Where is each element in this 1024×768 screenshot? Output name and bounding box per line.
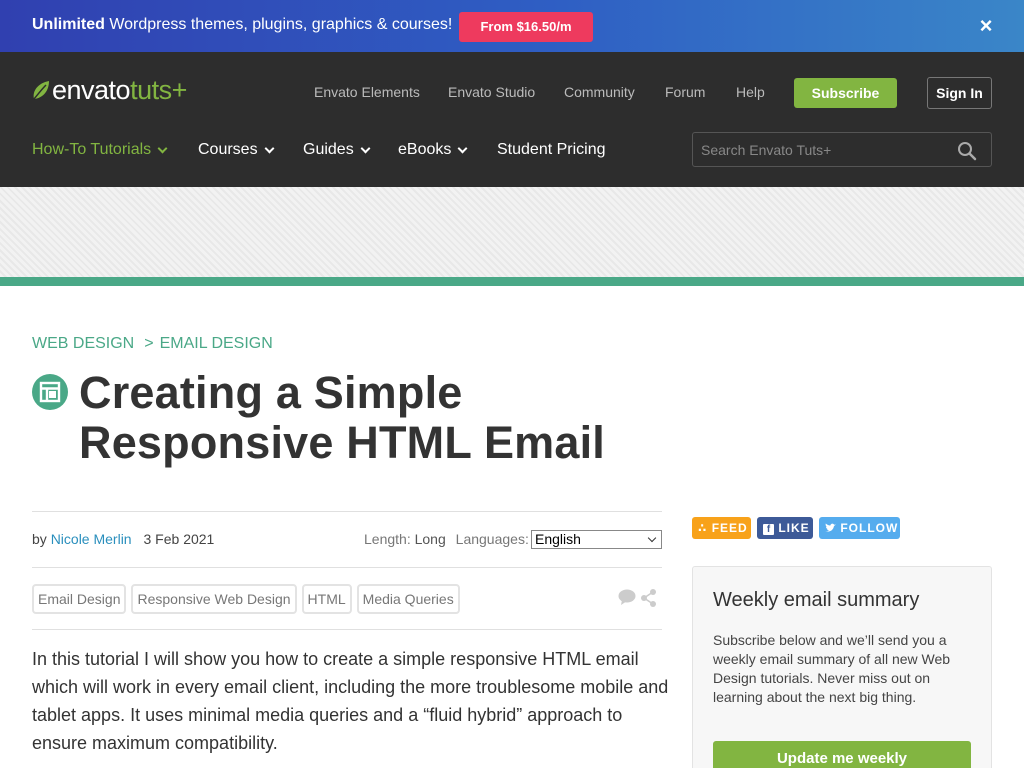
web-design-category-icon [32,374,68,410]
tag-email-design[interactable]: Email Design [32,584,127,614]
subscribe-button[interactable]: Subscribe [794,78,897,108]
logo-envato-text: envato [52,74,131,105]
topnav-help[interactable]: Help [736,84,765,100]
nav-student-pricing-label: Student Pricing [497,141,606,158]
twitter-icon [825,523,836,532]
divider [32,511,662,512]
sign-in-button[interactable]: Sign In [927,77,992,109]
nav-courses-label: Courses [198,141,258,158]
promo-text: Unlimited Wordpress themes, plugins, gra… [32,16,452,34]
panel-title: Weekly email summary [713,589,920,611]
promo-banner: Unlimited Wordpress themes, plugins, gra… [0,0,1024,52]
length-value: Long [414,531,446,547]
divider [32,567,662,568]
page-title: Creating a Simple Responsive HTML Email [79,368,679,468]
weekly-email-panel: Weekly email summary Subscribe below and… [692,566,992,768]
search-icon[interactable] [957,141,977,161]
share-icon[interactable] [641,589,656,607]
comment-share-icons [618,589,656,607]
update-me-weekly-button[interactable]: Update me weekly [713,741,971,768]
chevron-down-icon [647,533,657,543]
page-title-line-2: Responsive HTML Email [79,417,606,468]
chevron-down-icon [360,143,371,153]
byline-by: by [32,531,47,547]
article-intro: In this tutorial I will show you how to … [32,649,669,753]
panel-text: Subscribe below and we’ll send you a wee… [713,632,951,705]
tag-responsive-web-design[interactable]: Responsive Web Design [131,584,297,614]
nav-ebooks-label: eBooks [398,141,452,158]
publish-date: 3 Feb 2021 [143,531,215,547]
leaf-icon [33,81,49,100]
topnav-community[interactable]: Community [564,84,635,100]
rss-icon: ∴ [698,521,708,535]
chevron-down-icon [157,143,168,153]
facebook-icon: f [763,524,774,535]
layout-icon [39,381,61,403]
byline: by Nicole Merlin 3 Feb 2021 [32,531,214,547]
nav-guides[interactable]: Guides [303,141,371,159]
breadcrumb-separator: > [144,335,154,352]
promo-text-bold: Unlimited [32,16,105,33]
site-header: envato tuts+ Envato Elements Envato Studi… [0,52,1024,187]
like-button[interactable]: f LIKE [757,517,813,539]
chevron-down-icon [264,143,275,153]
length-label: Length: [364,531,411,547]
languages-label: Languages: [455,531,529,547]
promo-text-rest: Wordpress themes, plugins, graphics & co… [104,16,453,33]
follow-button[interactable]: FOLLOW [819,517,900,539]
breadcrumb: Web Design > Email Design [32,335,273,353]
divider [32,629,662,630]
article-meta: Length: Long Languages: [364,531,529,547]
breadcrumb-web-design[interactable]: Web Design [32,335,134,352]
close-icon[interactable]: × [976,15,996,37]
topnav-envato-elements[interactable]: Envato Elements [314,84,420,100]
feed-label: FEED [711,521,748,535]
tag-list: Email Design Responsive Web Design HTML … [32,584,460,614]
logo-tuts-text: tuts+ [130,74,187,105]
search-input[interactable] [701,133,951,166]
tag-media-queries[interactable]: Media Queries [356,584,460,614]
follow-label: FOLLOW [840,521,899,535]
nav-student-pricing[interactable]: Student Pricing [497,141,606,159]
like-label: LIKE [778,521,810,535]
topnav-envato-studio[interactable]: Envato Studio [448,84,535,100]
nav-how-to-tutorials[interactable]: How-To Tutorials [32,141,168,159]
author-link[interactable]: Nicole Merlin [51,531,132,547]
nav-how-to-tutorials-label: How-To Tutorials [32,141,152,158]
chevron-down-icon [457,143,468,153]
ad-placeholder-strip [0,187,1024,277]
search-box [692,132,992,167]
topnav-forum[interactable]: Forum [665,84,705,100]
language-select[interactable]: English [531,530,662,549]
comment-icon[interactable] [618,589,636,606]
nav-courses[interactable]: Courses [198,141,275,159]
feed-button[interactable]: ∴ FEED [692,517,751,539]
promo-cta-button[interactable]: From $16.50/m [459,12,593,42]
nav-ebooks[interactable]: eBooks [398,141,468,159]
category-color-bar [0,277,1024,286]
breadcrumb-email-design[interactable]: Email Design [160,335,273,352]
nav-guides-label: Guides [303,141,354,158]
language-select-value: English [535,531,581,547]
page-title-line-1: Creating a Simple [79,367,463,418]
envato-tuts-logo[interactable]: envato tuts+ [30,74,187,106]
tag-html[interactable]: HTML [301,584,352,614]
